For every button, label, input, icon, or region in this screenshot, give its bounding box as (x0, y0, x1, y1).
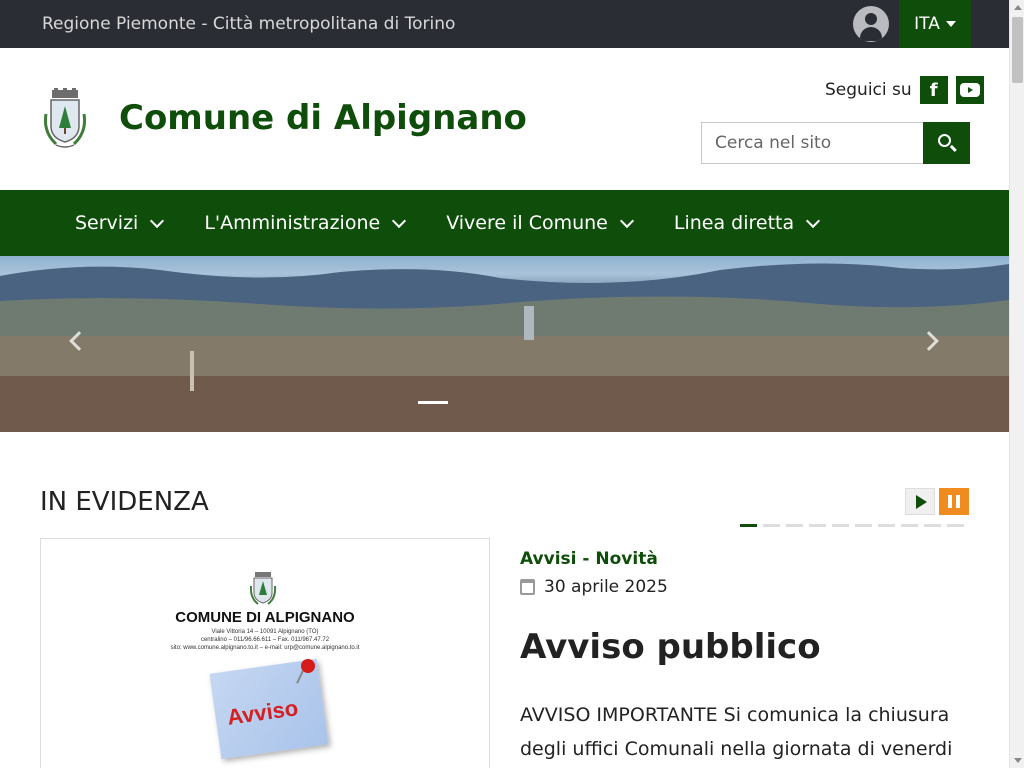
search-icon (938, 134, 951, 147)
image-org-name: COMUNE DI ALPIGNANO (175, 609, 355, 626)
youtube-icon[interactable] (955, 76, 984, 104)
carousel-dot[interactable] (855, 524, 872, 527)
scroll-down-arrow[interactable] (1014, 758, 1022, 763)
top-bar: Regione Piemonte - Città metropolitana d… (0, 0, 1009, 48)
chevron-down-icon (806, 213, 821, 229)
carousel-dots (740, 524, 964, 527)
image-address-line: centralino – 011/96.66.611 – Fax. 011/96… (200, 637, 330, 643)
scroll-up-arrow[interactable] (1014, 5, 1022, 10)
language-label: ITA (914, 14, 940, 34)
carousel-dot[interactable] (740, 524, 757, 527)
page: Regione Piemonte - Città metropolitana d… (0, 0, 1009, 768)
carousel-dot[interactable] (809, 524, 826, 527)
language-selector[interactable]: ITA (899, 0, 971, 48)
hero-carousel (0, 256, 1009, 432)
search-button[interactable] (923, 122, 970, 164)
image-address-line: sito: www.comune.alpignano.to.it – e-mai… (170, 645, 360, 651)
article-category[interactable]: Avvisi - Novità (520, 549, 658, 569)
caret-down-icon (945, 21, 956, 27)
crest-logo[interactable] (40, 88, 90, 150)
carousel-dot[interactable] (901, 524, 918, 527)
hero-landscape (0, 263, 1009, 432)
nav-item-vivere-il-comune[interactable]: Vivere il Comune (446, 212, 634, 234)
follow-label: Seguici su (825, 80, 912, 100)
article-title[interactable]: Avviso pubblico (520, 627, 821, 667)
carousel-indicator[interactable] (418, 401, 448, 404)
article-excerpt: AVVISO IMPORTANTE Si comunica la chiusur… (520, 704, 953, 760)
nav-item-linea-diretta[interactable]: Linea diretta (674, 212, 821, 234)
play-icon (916, 495, 927, 509)
scroll-thumb[interactable] (1012, 17, 1023, 83)
section-title: IN EVIDENZA (40, 487, 209, 517)
carousel-dot[interactable] (786, 524, 803, 527)
pause-icon (948, 495, 952, 508)
article-image[interactable]: COMUNE DI ALPIGNANO Viale Vittoria 14 – … (40, 538, 490, 768)
nav-item-servizi[interactable]: Servizi (75, 212, 165, 234)
search-form (701, 122, 970, 164)
nav-item-amministrazione[interactable]: L'Amministrazione (204, 212, 407, 234)
main-nav: Servizi L'Amministrazione Vivere il Comu… (0, 190, 1009, 256)
pushpin-icon (301, 659, 315, 673)
article-date: 30 aprile 2025 (520, 577, 668, 597)
search-input[interactable] (701, 122, 923, 164)
carousel-dot[interactable] (947, 524, 964, 527)
region-text[interactable]: Regione Piemonte - Città metropolitana d… (42, 14, 455, 34)
facebook-icon[interactable]: f (919, 76, 948, 104)
social-links: Seguici su f (825, 76, 984, 104)
crest-logo-small (249, 572, 277, 605)
scrollbar[interactable] (1009, 0, 1024, 768)
user-icon[interactable] (853, 6, 889, 42)
calendar-icon (520, 579, 535, 595)
carousel-dot[interactable] (878, 524, 895, 527)
image-address-line: Viale Vittoria 14 – 10091 Alpignano (TO) (211, 629, 319, 635)
chevron-down-icon (150, 213, 165, 229)
chevron-down-icon (392, 213, 407, 229)
carousel-dot[interactable] (924, 524, 941, 527)
site-title[interactable]: Comune di Alpignano (119, 98, 527, 138)
carousel-dot[interactable] (763, 524, 780, 527)
site-header: Comune di Alpignano Seguici su f (0, 48, 1009, 190)
play-button[interactable] (905, 488, 935, 515)
chevron-down-icon (619, 213, 634, 229)
carousel-dot[interactable] (832, 524, 849, 527)
pause-button[interactable] (939, 488, 969, 515)
